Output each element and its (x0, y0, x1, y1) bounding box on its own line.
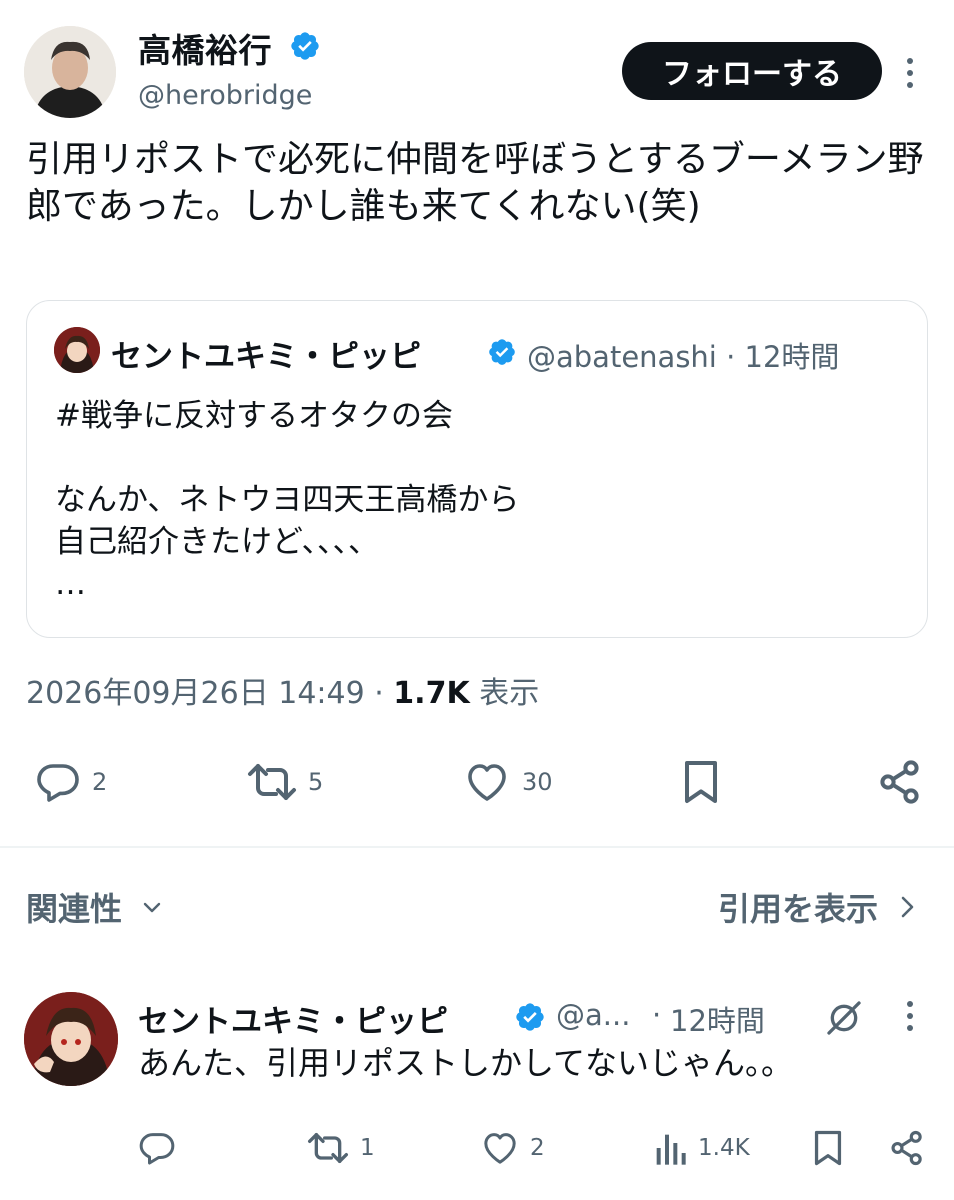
reply-count: 2 (92, 768, 108, 796)
tweet-text: 引用リポストで必死に仲間を呼ぼうとするブーメラン野郎であった。しかし誰も来てくれ… (26, 139, 924, 227)
reply-share-button[interactable] (888, 1124, 926, 1172)
reply-icon (137, 1128, 177, 1168)
share-icon (888, 1129, 926, 1167)
views-count: 1.7K (393, 676, 470, 711)
reply-author-name[interactable]: セントユキミ・ピッピ (138, 996, 448, 1041)
meta-separator: · (364, 676, 394, 711)
reply-button[interactable]: 2 (34, 752, 107, 812)
more-icon[interactable] (898, 998, 922, 1034)
verified-icon (487, 337, 517, 367)
view-quotes-link[interactable]: 引用を表示 (718, 884, 918, 930)
retweet-button[interactable]: 5 (246, 752, 323, 812)
grok-icon[interactable] (824, 998, 864, 1038)
views-icon (652, 1128, 688, 1168)
quote-handle-time: @abatenashi · 12時間 (527, 340, 840, 374)
bookmark-icon (810, 1128, 846, 1168)
like-icon (462, 758, 512, 806)
reply-separator: · (652, 998, 662, 1032)
chevron-down-icon (140, 895, 164, 919)
reply-text: あんた、引用リポストしかしてないじゃん。。 (138, 1044, 794, 1082)
bookmark-button[interactable] (679, 752, 723, 812)
quoted-tweet-card[interactable]: セントユキミ・ピッピ @abatenashi · 12時間 #戦争に反対するオタ… (26, 300, 928, 638)
author-avatar[interactable] (24, 26, 116, 118)
retweet-count: 5 (308, 768, 324, 796)
reply-like-count: 2 (530, 1135, 545, 1161)
tweet-timestamp[interactable]: 2026年09月26日 14:49 (26, 676, 365, 711)
more-icon[interactable] (898, 55, 922, 91)
reply-like-button[interactable]: 2 (480, 1124, 545, 1172)
reply-bookmark-button[interactable] (810, 1124, 846, 1172)
relevance-label: 関連性 (26, 890, 123, 928)
reply-views-count: 1.4K (698, 1135, 750, 1161)
relevance-dropdown[interactable]: 関連性 (26, 884, 164, 930)
reply-time[interactable]: 12時間 (670, 998, 765, 1040)
reply-views-button[interactable]: 1.4K (652, 1124, 750, 1172)
tweet-meta: 2026年09月26日 14:49 · 1.7K 表示 (26, 668, 539, 712)
reply-author-avatar[interactable] (24, 992, 118, 1086)
bookmark-icon (679, 758, 723, 806)
author-name[interactable]: 高橋裕行 (138, 24, 272, 72)
share-button[interactable] (876, 752, 924, 812)
verified-icon (514, 1001, 546, 1033)
like-icon (480, 1128, 520, 1168)
quote-text: #戦争に反対するオタクの会 なんか、ネトウヨ四天王高橋から 自己紹介きたけど、、… (55, 398, 520, 602)
share-icon (876, 758, 924, 806)
retweet-icon (306, 1128, 350, 1168)
reply-retweet-count: 1 (360, 1135, 375, 1161)
verified-icon (289, 30, 321, 62)
reply-retweet-button[interactable]: 1 (306, 1124, 375, 1172)
view-quotes-label: 引用を表示 (717, 890, 878, 928)
divider (0, 846, 954, 848)
views-label: 表示 (469, 676, 540, 711)
retweet-icon (246, 758, 298, 806)
quote-avatar (54, 327, 100, 373)
follow-button[interactable]: フォローする (622, 42, 882, 100)
reply-author-handle[interactable]: @a... (556, 998, 630, 1032)
quote-author-name: セントユキミ・ピッピ (111, 339, 421, 375)
author-handle[interactable]: @herobridge (138, 80, 312, 111)
like-count: 30 (522, 768, 553, 796)
chevron-right-icon (896, 892, 918, 922)
reply-icon (34, 758, 82, 806)
reply-reply-button[interactable] (137, 1124, 177, 1172)
like-button[interactable]: 30 (462, 752, 553, 812)
